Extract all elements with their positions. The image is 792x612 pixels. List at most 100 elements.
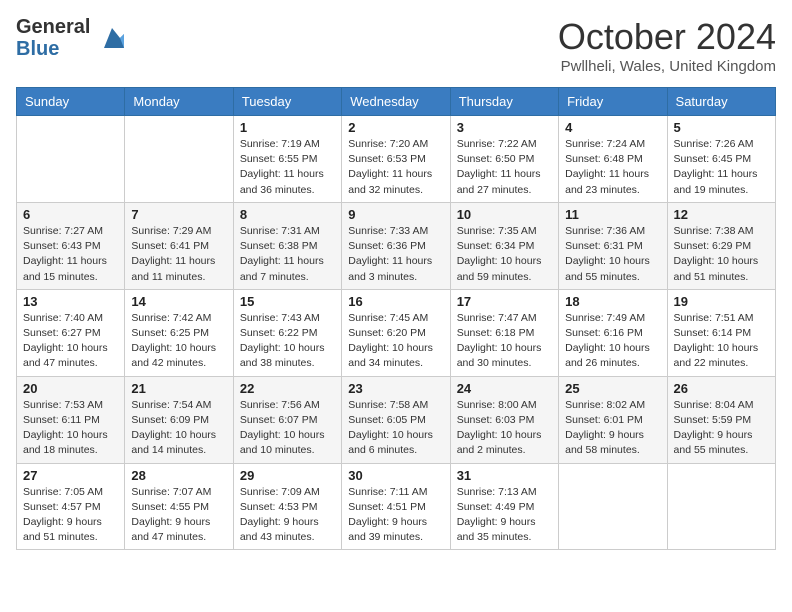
day-number: 8 (240, 207, 335, 222)
location: Pwllheli, Wales, United Kingdom (558, 58, 776, 75)
day-number: 15 (240, 294, 335, 309)
day-info: Sunrise: 8:00 AMSunset: 6:03 PMDaylight:… (457, 398, 552, 459)
col-header-thursday: Thursday (450, 88, 558, 116)
day-number: 7 (131, 207, 226, 222)
day-info: Sunrise: 8:04 AMSunset: 5:59 PMDaylight:… (674, 398, 769, 459)
day-number: 20 (23, 381, 118, 396)
page-header: General Blue October 2024 Pwllheli, Wale… (16, 16, 776, 75)
day-info: Sunrise: 7:27 AMSunset: 6:43 PMDaylight:… (23, 224, 118, 285)
day-info: Sunrise: 7:54 AMSunset: 6:09 PMDaylight:… (131, 398, 226, 459)
day-cell: 11 Sunrise: 7:36 AMSunset: 6:31 PMDaylig… (559, 202, 667, 289)
header-row: SundayMondayTuesdayWednesdayThursdayFrid… (17, 88, 776, 116)
day-cell: 9 Sunrise: 7:33 AMSunset: 6:36 PMDayligh… (342, 202, 450, 289)
day-info: Sunrise: 7:36 AMSunset: 6:31 PMDaylight:… (565, 224, 660, 285)
logo-icon (94, 20, 130, 56)
day-info: Sunrise: 7:31 AMSunset: 6:38 PMDaylight:… (240, 224, 335, 285)
day-number: 14 (131, 294, 226, 309)
col-header-wednesday: Wednesday (342, 88, 450, 116)
day-cell: 21 Sunrise: 7:54 AMSunset: 6:09 PMDaylig… (125, 376, 233, 463)
week-row-4: 20 Sunrise: 7:53 AMSunset: 6:11 PMDaylig… (17, 376, 776, 463)
col-header-sunday: Sunday (17, 88, 125, 116)
day-number: 10 (457, 207, 552, 222)
day-cell (17, 116, 125, 203)
day-number: 6 (23, 207, 118, 222)
day-info: Sunrise: 7:13 AMSunset: 4:49 PMDaylight:… (457, 485, 552, 546)
title-block: October 2024 Pwllheli, Wales, United Kin… (558, 16, 776, 75)
day-number: 12 (674, 207, 769, 222)
day-info: Sunrise: 7:43 AMSunset: 6:22 PMDaylight:… (240, 311, 335, 372)
day-info: Sunrise: 7:26 AMSunset: 6:45 PMDaylight:… (674, 137, 769, 198)
day-cell: 31 Sunrise: 7:13 AMSunset: 4:49 PMDaylig… (450, 463, 558, 550)
day-cell: 2 Sunrise: 7:20 AMSunset: 6:53 PMDayligh… (342, 116, 450, 203)
day-cell: 14 Sunrise: 7:42 AMSunset: 6:25 PMDaylig… (125, 289, 233, 376)
day-info: Sunrise: 7:45 AMSunset: 6:20 PMDaylight:… (348, 311, 443, 372)
day-info: Sunrise: 7:49 AMSunset: 6:16 PMDaylight:… (565, 311, 660, 372)
day-number: 23 (348, 381, 443, 396)
day-info: Sunrise: 7:11 AMSunset: 4:51 PMDaylight:… (348, 485, 443, 546)
logo-text: General Blue (16, 16, 130, 60)
day-cell: 23 Sunrise: 7:58 AMSunset: 6:05 PMDaylig… (342, 376, 450, 463)
day-cell: 12 Sunrise: 7:38 AMSunset: 6:29 PMDaylig… (667, 202, 775, 289)
day-info: Sunrise: 8:02 AMSunset: 6:01 PMDaylight:… (565, 398, 660, 459)
day-number: 28 (131, 468, 226, 483)
day-info: Sunrise: 7:20 AMSunset: 6:53 PMDaylight:… (348, 137, 443, 198)
day-cell: 3 Sunrise: 7:22 AMSunset: 6:50 PMDayligh… (450, 116, 558, 203)
week-row-1: 1 Sunrise: 7:19 AMSunset: 6:55 PMDayligh… (17, 116, 776, 203)
day-cell: 24 Sunrise: 8:00 AMSunset: 6:03 PMDaylig… (450, 376, 558, 463)
day-number: 27 (23, 468, 118, 483)
day-info: Sunrise: 7:22 AMSunset: 6:50 PMDaylight:… (457, 137, 552, 198)
day-number: 3 (457, 120, 552, 135)
day-cell: 29 Sunrise: 7:09 AMSunset: 4:53 PMDaylig… (233, 463, 341, 550)
col-header-saturday: Saturday (667, 88, 775, 116)
day-cell: 10 Sunrise: 7:35 AMSunset: 6:34 PMDaylig… (450, 202, 558, 289)
day-number: 21 (131, 381, 226, 396)
day-number: 26 (674, 381, 769, 396)
day-info: Sunrise: 7:29 AMSunset: 6:41 PMDaylight:… (131, 224, 226, 285)
day-number: 2 (348, 120, 443, 135)
day-number: 13 (23, 294, 118, 309)
day-number: 16 (348, 294, 443, 309)
day-number: 22 (240, 381, 335, 396)
calendar-table: SundayMondayTuesdayWednesdayThursdayFrid… (16, 87, 776, 550)
day-info: Sunrise: 7:33 AMSunset: 6:36 PMDaylight:… (348, 224, 443, 285)
month-title: October 2024 (558, 16, 776, 58)
logo: General Blue (16, 16, 130, 60)
day-info: Sunrise: 7:38 AMSunset: 6:29 PMDaylight:… (674, 224, 769, 285)
day-info: Sunrise: 7:56 AMSunset: 6:07 PMDaylight:… (240, 398, 335, 459)
day-info: Sunrise: 7:35 AMSunset: 6:34 PMDaylight:… (457, 224, 552, 285)
day-cell (667, 463, 775, 550)
day-cell: 5 Sunrise: 7:26 AMSunset: 6:45 PMDayligh… (667, 116, 775, 203)
day-number: 18 (565, 294, 660, 309)
day-cell: 7 Sunrise: 7:29 AMSunset: 6:41 PMDayligh… (125, 202, 233, 289)
day-info: Sunrise: 7:53 AMSunset: 6:11 PMDaylight:… (23, 398, 118, 459)
day-number: 29 (240, 468, 335, 483)
day-cell: 27 Sunrise: 7:05 AMSunset: 4:57 PMDaylig… (17, 463, 125, 550)
day-number: 11 (565, 207, 660, 222)
day-number: 17 (457, 294, 552, 309)
day-cell: 18 Sunrise: 7:49 AMSunset: 6:16 PMDaylig… (559, 289, 667, 376)
day-cell: 19 Sunrise: 7:51 AMSunset: 6:14 PMDaylig… (667, 289, 775, 376)
day-number: 30 (348, 468, 443, 483)
day-cell: 28 Sunrise: 7:07 AMSunset: 4:55 PMDaylig… (125, 463, 233, 550)
day-info: Sunrise: 7:58 AMSunset: 6:05 PMDaylight:… (348, 398, 443, 459)
day-cell: 26 Sunrise: 8:04 AMSunset: 5:59 PMDaylig… (667, 376, 775, 463)
day-number: 31 (457, 468, 552, 483)
day-cell: 20 Sunrise: 7:53 AMSunset: 6:11 PMDaylig… (17, 376, 125, 463)
day-cell: 4 Sunrise: 7:24 AMSunset: 6:48 PMDayligh… (559, 116, 667, 203)
day-info: Sunrise: 7:19 AMSunset: 6:55 PMDaylight:… (240, 137, 335, 198)
day-cell (125, 116, 233, 203)
day-cell: 8 Sunrise: 7:31 AMSunset: 6:38 PMDayligh… (233, 202, 341, 289)
day-cell: 15 Sunrise: 7:43 AMSunset: 6:22 PMDaylig… (233, 289, 341, 376)
day-number: 25 (565, 381, 660, 396)
day-cell: 17 Sunrise: 7:47 AMSunset: 6:18 PMDaylig… (450, 289, 558, 376)
day-cell: 13 Sunrise: 7:40 AMSunset: 6:27 PMDaylig… (17, 289, 125, 376)
day-info: Sunrise: 7:07 AMSunset: 4:55 PMDaylight:… (131, 485, 226, 546)
day-cell (559, 463, 667, 550)
col-header-tuesday: Tuesday (233, 88, 341, 116)
week-row-5: 27 Sunrise: 7:05 AMSunset: 4:57 PMDaylig… (17, 463, 776, 550)
day-cell: 16 Sunrise: 7:45 AMSunset: 6:20 PMDaylig… (342, 289, 450, 376)
day-info: Sunrise: 7:09 AMSunset: 4:53 PMDaylight:… (240, 485, 335, 546)
day-info: Sunrise: 7:24 AMSunset: 6:48 PMDaylight:… (565, 137, 660, 198)
col-header-monday: Monday (125, 88, 233, 116)
day-number: 9 (348, 207, 443, 222)
